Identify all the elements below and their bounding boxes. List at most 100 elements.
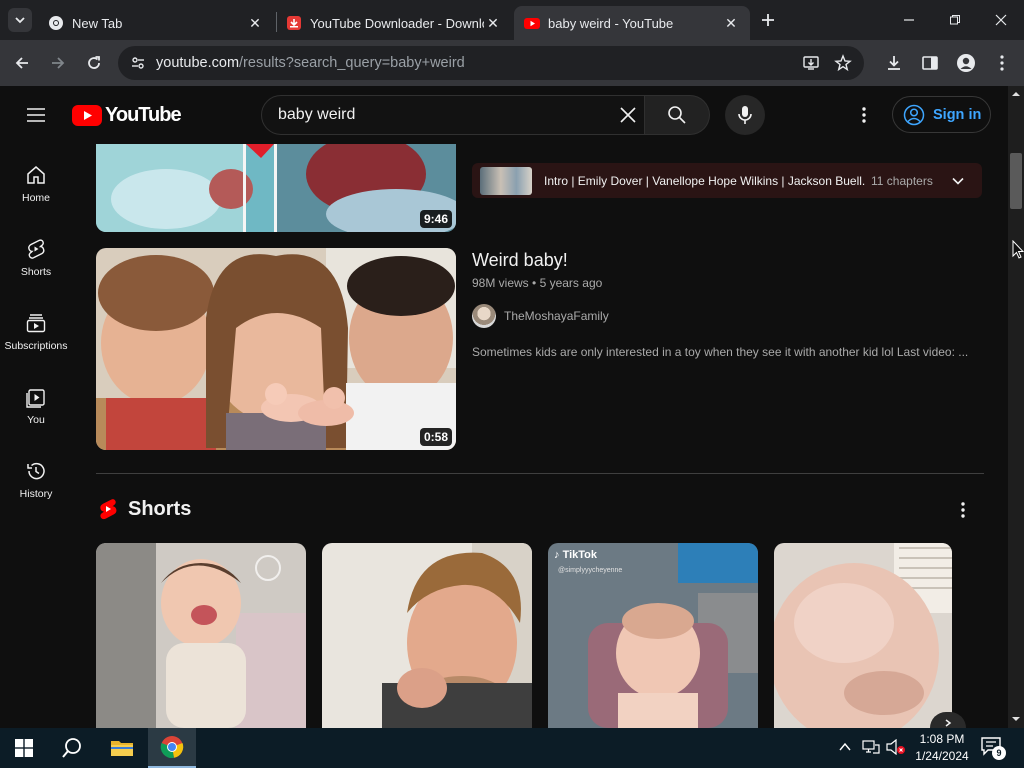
tab-baby-weird-youtube[interactable]: baby weird - YouTube ✕ — [514, 6, 750, 40]
tiktok-watermark: ♪ TikTok — [554, 549, 597, 561]
chapters-count: 11 chapters — [871, 173, 933, 188]
more-vertical-icon — [1000, 55, 1004, 71]
chevron-down-icon — [952, 177, 964, 185]
address-bar[interactable]: youtube.com/results?search_query=baby+we… — [118, 46, 864, 80]
notification-center-button[interactable]: 9 — [980, 736, 1008, 762]
file-explorer-button[interactable] — [98, 728, 146, 768]
video-thumbnail[interactable]: 0:58 — [96, 248, 456, 450]
short-thumbnail-4[interactable] — [774, 543, 952, 728]
clear-search-button[interactable] — [619, 106, 637, 129]
plus-icon — [762, 14, 774, 26]
search-input[interactable]: baby weird — [261, 95, 645, 135]
taskbar-search-button[interactable] — [48, 728, 96, 768]
show-hidden-icons-button[interactable] — [838, 740, 852, 759]
channel-link[interactable]: TheMoshayaFamily — [472, 304, 609, 328]
restore-button[interactable] — [942, 8, 968, 32]
short-thumbnail-1[interactable] — [96, 543, 306, 728]
back-button[interactable] — [10, 51, 34, 75]
chapters-expander[interactable]: Intro | Emily Dover | Vanellope Hope Wil… — [472, 163, 982, 198]
search-icon — [668, 106, 686, 124]
nav-item-home[interactable]: Home — [0, 150, 72, 220]
side-panel-icon — [922, 56, 938, 70]
scrollbar-thumb[interactable] — [1010, 153, 1022, 209]
shorts-menu-button[interactable] — [954, 498, 972, 522]
hamburger-menu-icon — [27, 108, 45, 122]
tab-search-button[interactable] — [8, 8, 32, 32]
channel-name: TheMoshayaFamily — [504, 309, 609, 323]
volume-muted-icon[interactable] — [886, 738, 906, 760]
minimize-button[interactable] — [896, 8, 922, 32]
reload-icon — [88, 56, 100, 69]
more-vertical-icon — [862, 107, 866, 123]
folder-icon — [111, 741, 133, 756]
nav-item-history[interactable]: History — [0, 446, 72, 516]
install-app-icon[interactable] — [802, 54, 820, 76]
profile-button[interactable] — [954, 51, 978, 75]
new-tab-button[interactable] — [758, 10, 778, 30]
arrow-right-icon — [52, 57, 65, 69]
nav-item-subscriptions[interactable]: Subscriptions — [0, 298, 72, 368]
side-panel-button[interactable] — [918, 51, 942, 75]
view-count: 98M views — [472, 276, 529, 290]
chrome-taskbar-button[interactable] — [148, 728, 196, 768]
tiktok-icon: ♪ — [554, 549, 560, 561]
youtube-logo[interactable]: YouTube — [72, 103, 182, 126]
more-vertical-icon — [961, 502, 965, 518]
chevron-up-icon — [839, 742, 851, 751]
voice-search-button[interactable] — [725, 95, 765, 135]
notification-count-badge: 9 — [992, 746, 1006, 760]
nav-label: Home — [21, 192, 50, 204]
clock-time: 1:08 PM — [919, 732, 965, 746]
search-button[interactable] — [645, 95, 710, 135]
system-clock[interactable]: 1:08 PM 1/24/2024 — [912, 731, 972, 765]
search-query-text: baby weird — [278, 106, 356, 123]
nav-label: Shorts — [20, 266, 52, 278]
video-description-snippet: Sometimes kids are only interested in a … — [472, 345, 969, 359]
restore-icon — [950, 15, 960, 25]
thumbnail-image — [96, 144, 456, 232]
network-icon[interactable] — [862, 739, 880, 760]
forward-button[interactable] — [46, 51, 70, 75]
scroll-down-arrow-icon[interactable] — [1008, 713, 1024, 725]
start-button[interactable] — [0, 728, 48, 768]
close-window-button[interactable] — [988, 8, 1014, 32]
site-info-icon[interactable] — [130, 55, 146, 75]
shorts-scroll-right-button[interactable] — [930, 712, 966, 728]
short-thumbnail-3[interactable]: ♪ TikTok @simplyyycheyenne — [548, 543, 758, 728]
browser-tab-strip: New Tab ✕ YouTube Downloader - Downlo ✕ … — [0, 0, 1024, 40]
downloads-button[interactable] — [882, 51, 906, 75]
video-title-link[interactable]: Weird baby! — [472, 250, 568, 271]
arrow-left-icon — [15, 57, 28, 69]
youtube-logo-text: YouTube — [105, 103, 182, 126]
account-circle-icon — [903, 104, 925, 125]
video-thumbnail-previous[interactable]: 9:46 — [96, 144, 456, 232]
chevron-down-icon — [15, 17, 25, 24]
close-icon[interactable]: ✕ — [484, 14, 502, 32]
tab-title: YouTube Downloader - Downlo — [310, 15, 484, 31]
url-host: youtube.com — [156, 55, 240, 71]
reload-button[interactable] — [82, 51, 106, 75]
close-icon[interactable]: ✕ — [246, 14, 264, 32]
settings-menu-button[interactable] — [854, 103, 874, 127]
home-icon — [27, 166, 45, 184]
guide-menu-button[interactable] — [24, 103, 48, 127]
avatar — [472, 304, 496, 328]
nav-label: History — [19, 488, 53, 500]
url-path: /results?search_query=baby+weird — [239, 55, 465, 71]
chrome-menu-button[interactable] — [990, 51, 1014, 75]
tab-title: New Tab — [72, 15, 123, 31]
bookmark-star-icon[interactable] — [834, 54, 852, 76]
download-icon — [888, 56, 900, 70]
thumbnail-image — [774, 543, 952, 728]
sign-in-button[interactable]: Sign in — [892, 96, 991, 133]
subscriptions-icon — [26, 314, 46, 333]
short-thumbnail-2[interactable] — [322, 543, 532, 728]
nav-item-shorts[interactable]: Shorts — [0, 224, 72, 294]
section-divider — [96, 473, 984, 474]
tab-youtube-downloader[interactable]: YouTube Downloader - Downlo ✕ — [276, 6, 512, 40]
scroll-up-arrow-icon[interactable] — [1008, 88, 1024, 100]
tab-new-tab[interactable]: New Tab ✕ — [38, 6, 274, 40]
close-icon[interactable]: ✕ — [722, 14, 740, 32]
nav-item-you[interactable]: You — [0, 372, 72, 442]
thumbnail-image — [96, 248, 456, 450]
